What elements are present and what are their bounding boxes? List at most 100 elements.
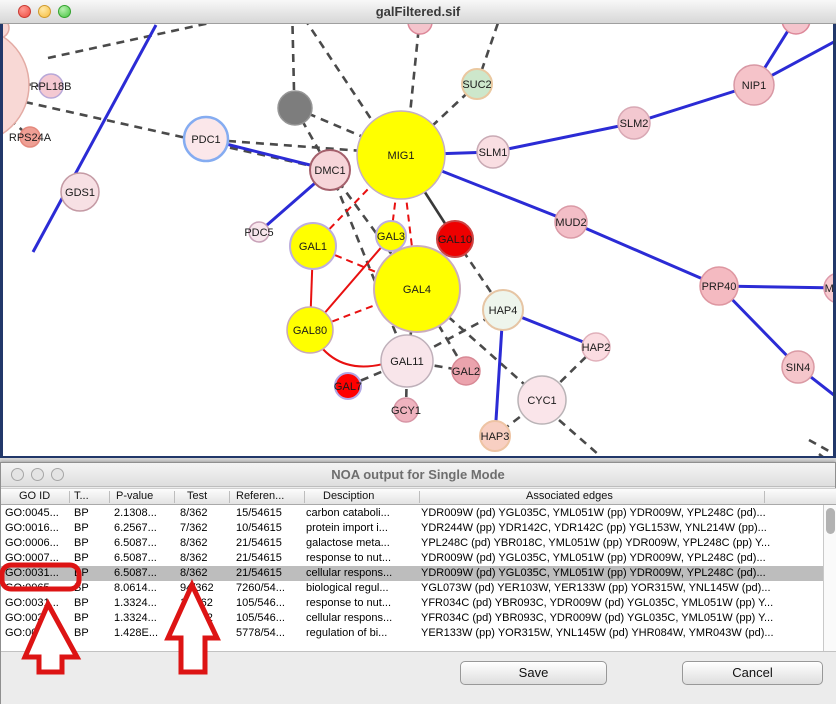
node-gray-node[interactable]	[278, 91, 312, 125]
node-label-suc2: SUC2	[462, 79, 491, 91]
cell-test: 80/362	[180, 626, 227, 641]
cell-goid: GO:0050...	[5, 626, 67, 641]
column-separator[interactable]	[229, 491, 230, 503]
cell-pvalue: 1.3324...	[114, 611, 172, 626]
cell-referen: 7260/54...	[236, 581, 302, 596]
node-label-gcy1: GCY1	[391, 405, 421, 417]
table-row[interactable]: GO:0045...BP2.1308...8/36215/54615carbon…	[1, 506, 823, 521]
cell-pvalue: 6.5087...	[114, 566, 172, 581]
scrollbar-thumb[interactable]	[826, 508, 835, 534]
cell-desciption: carbon cataboli...	[306, 506, 418, 521]
table-row[interactable]: GO:0050...BP1.428E...80/3625778/54...reg…	[1, 626, 823, 641]
cell-t: BP	[74, 626, 107, 641]
column-header-referen[interactable]: Referen...	[236, 490, 284, 502]
node-label-gal4: GAL4	[403, 284, 431, 296]
node-label-dmc1: DMC1	[314, 165, 345, 177]
cell-t: BP	[74, 551, 107, 566]
cell-desciption: response to nut...	[306, 551, 418, 566]
noa-window: NOA output for Single Mode GO ID T... P-va…	[0, 462, 836, 704]
cell-referen: 21/54615	[236, 551, 302, 566]
node-label-gal7: GAL7	[334, 381, 362, 393]
cell-desciption: response to nut...	[306, 596, 418, 611]
column-header-goid[interactable]: GO ID	[19, 490, 50, 502]
table-row[interactable]: GO:0007...BP6.5087...8/36221/54615respon…	[1, 551, 823, 566]
button-bar: Save Cancel	[1, 651, 836, 704]
node-label-hap4: HAP4	[489, 305, 518, 317]
node-corner-tl[interactable]	[3, 24, 9, 38]
node-top-pink-1[interactable]	[408, 24, 432, 34]
cell-desciption: cellular respons...	[306, 566, 418, 581]
node-label-sin4: SIN4	[786, 362, 810, 374]
edge	[819, 454, 833, 456]
column-separator[interactable]	[304, 491, 305, 503]
noa-window-titlebar[interactable]: NOA output for Single Mode	[1, 463, 835, 487]
cell-t: BP	[74, 506, 107, 521]
cell-t: BP	[74, 521, 107, 536]
edge	[48, 24, 288, 58]
cell-pvalue: 6.2567...	[114, 521, 172, 536]
column-header-t[interactable]: T...	[74, 490, 89, 502]
cell-pvalue: 1.3324...	[114, 596, 172, 611]
node-big-left[interactable]	[3, 27, 29, 143]
cell-goid: GO:0065...	[5, 581, 67, 596]
table-row[interactable]: GO:0016...BP6.2567...7/36210/54615protei…	[1, 521, 823, 536]
cell-associatededges: YDR009W (pd) YGL035C, YML051W (pp) YDR00…	[421, 551, 821, 566]
cell-associatededges: YDR009W (pd) YGL035C, YML051W (pp) YDR00…	[421, 566, 821, 581]
cell-desciption: cellular respons...	[306, 611, 418, 626]
node-label-gal3: GAL3	[377, 231, 405, 243]
noa-window-title: NOA output for Single Mode	[1, 467, 835, 482]
cell-pvalue: 1.428E...	[114, 626, 172, 641]
node-label-rps24a: RPS24A	[9, 132, 52, 144]
cell-pvalue: 6.5087...	[114, 536, 172, 551]
network-graph: RPL18BRPS24AGDS1PDC1DMC1SUC2SLM1SLM2NIP1…	[3, 24, 833, 456]
table-row[interactable]: GO:0065...BP8.0614...94/3627260/54...bio…	[1, 581, 823, 596]
column-separator[interactable]	[764, 491, 765, 503]
network-canvas[interactable]: RPL18BRPS24AGDS1PDC1DMC1SUC2SLM1SLM2NIP1…	[0, 24, 836, 458]
network-window-titlebar[interactable]: galFiltered.sif	[0, 0, 836, 24]
table-row[interactable]: GO:0006...BP6.5087...8/36221/54615galact…	[1, 536, 823, 551]
table-row[interactable]: GO:0031...BP1.3324...11/362105/546...cel…	[1, 611, 823, 626]
cell-referen: 105/546...	[236, 611, 302, 626]
cell-referen: 21/54615	[236, 566, 302, 581]
cancel-button[interactable]: Cancel	[682, 661, 823, 685]
cell-t: BP	[74, 596, 107, 611]
cell-goid: GO:0031...	[5, 611, 67, 626]
cell-desciption: biological regul...	[306, 581, 418, 596]
node-label-slm1: SLM1	[479, 147, 508, 159]
table-header: GO ID T... P-value Test Referen... Desciption…	[1, 488, 836, 505]
node-label-gal2: GAL2	[452, 366, 480, 378]
column-header-test[interactable]: Test	[187, 490, 207, 502]
node-label-gds1: GDS1	[65, 187, 95, 199]
cell-test: 8/362	[180, 506, 227, 521]
edge	[559, 420, 607, 456]
table-row-selected[interactable]: GO:0031...BP6.5087...8/36221/54615cellul…	[1, 566, 823, 581]
column-header-desciption[interactable]: Desciption	[323, 490, 374, 502]
node-label-hap2: HAP2	[582, 342, 611, 354]
column-header-pvalue[interactable]: P-value	[116, 490, 153, 502]
cell-t: BP	[74, 566, 107, 581]
network-window-title: galFiltered.sif	[0, 4, 836, 19]
cell-pvalue: 6.5087...	[114, 551, 172, 566]
cell-associatededges: YDR009W (pd) YGL035C, YML051W (pp) YDR00…	[421, 506, 821, 521]
column-separator[interactable]	[69, 491, 70, 503]
node-label-pdc1: PDC1	[191, 134, 220, 146]
column-header-associatededges[interactable]: Associated edges	[526, 490, 613, 502]
save-button[interactable]: Save	[460, 661, 607, 685]
table-row[interactable]: GO:0031...BP1.3324...11/362105/546...res…	[1, 596, 823, 611]
vertical-scrollbar[interactable]	[823, 505, 836, 651]
edge	[304, 24, 377, 128]
cell-referen: 10/54615	[236, 521, 302, 536]
cell-test: 94/362	[180, 581, 227, 596]
node-label-prp40: PRP40	[702, 281, 737, 293]
edge	[571, 222, 719, 286]
column-separator[interactable]	[109, 491, 110, 503]
table-body: GO:0045...BP2.1308...8/36215/54615carbon…	[1, 505, 836, 651]
cell-referen: 105/546...	[236, 596, 302, 611]
edge	[809, 440, 833, 456]
column-separator[interactable]	[419, 491, 420, 503]
cell-pvalue: 2.1308...	[114, 506, 172, 521]
cell-referen: 5778/54...	[236, 626, 302, 641]
column-separator[interactable]	[174, 491, 175, 503]
cell-t: BP	[74, 611, 107, 626]
cell-associatededges: YDR244W (pp) YDR142C, YDR142C (pp) YGL15…	[421, 521, 821, 536]
